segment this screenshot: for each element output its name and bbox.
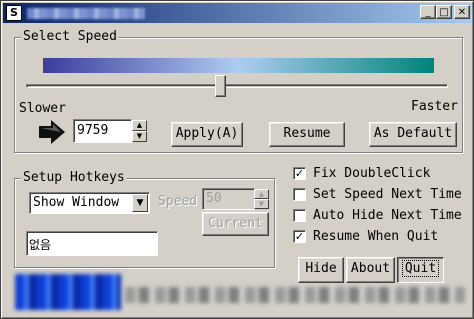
resume-label: Resume <box>283 126 331 141</box>
as-default-label: As Default <box>373 126 453 141</box>
current-button[interactable]: Current <box>202 212 269 236</box>
apply-button[interactable]: Apply(A) <box>171 122 243 147</box>
hotkey-input[interactable]: 없음 <box>26 231 158 256</box>
banner-text-redacted <box>125 287 465 303</box>
apply-label: Apply(A) <box>175 126 239 141</box>
window-title-redacted <box>27 8 145 19</box>
banner-logo-redacted[interactable] <box>15 274 121 310</box>
arrow-right-icon <box>39 120 65 144</box>
resume-button[interactable]: Resume <box>269 122 345 147</box>
hotkey-speed-down-button[interactable]: ▼ <box>254 199 269 209</box>
select-speed-legend: Select Speed <box>21 29 119 44</box>
hotkey-speed-value: 50 <box>206 191 222 206</box>
hide-button[interactable]: Hide <box>298 257 344 283</box>
maximize-button[interactable]: □ <box>436 5 452 19</box>
resume-when-quit-checkbox[interactable]: ✓ <box>293 230 306 243</box>
hotkey-action-select[interactable]: Show Window ▼ <box>29 192 150 214</box>
app-icon[interactable]: S <box>6 5 22 21</box>
set-speed-next-time-checkbox[interactable] <box>293 188 306 201</box>
hotkey-speed-input[interactable]: 50 <box>202 188 255 210</box>
current-label: Current <box>208 216 263 231</box>
resume-when-quit-label: Resume When Quit <box>313 229 439 244</box>
quit-label: Quit <box>401 260 440 277</box>
hotkey-value: 없음 <box>29 238 52 252</box>
speed-value-input[interactable]: 9759 <box>73 119 132 143</box>
slower-label: Slower <box>19 101 66 116</box>
as-default-button[interactable]: As Default <box>369 122 457 147</box>
about-button[interactable]: About <box>346 257 395 283</box>
speed-spin-down-button[interactable]: ▼ <box>132 131 147 142</box>
chevron-down-icon[interactable]: ▼ <box>132 194 148 212</box>
fix-doubleclick-checkbox[interactable]: ✓ <box>293 167 306 180</box>
hide-label: Hide <box>305 261 337 276</box>
hotkey-action-value: Show Window <box>33 195 120 210</box>
set-speed-next-time-label: Set Speed Next Time <box>313 187 462 202</box>
hotkey-speed-up-button[interactable]: ▲ <box>254 189 269 199</box>
about-label: About <box>350 261 391 276</box>
setup-hotkeys-legend: Setup Hotkeys <box>21 170 127 185</box>
quit-button[interactable]: Quit <box>397 257 444 283</box>
main-window: S _ □ ✕ Select Speed Slower Faster 9759 … <box>0 0 474 319</box>
speed-spin-up-button[interactable]: ▲ <box>132 120 147 131</box>
speed-gradient-bar <box>43 58 434 73</box>
speed-slider-track[interactable] <box>26 84 448 88</box>
hotkey-speed-label: Speed <box>158 194 198 209</box>
speed-value-text: 9759 <box>77 123 109 138</box>
faster-label: Faster <box>411 99 458 114</box>
auto-hide-next-time-checkbox[interactable] <box>293 209 306 222</box>
speed-slider-thumb[interactable] <box>214 75 226 97</box>
minimize-button[interactable]: _ <box>420 5 436 19</box>
auto-hide-next-time-label: Auto Hide Next Time <box>313 208 462 223</box>
fix-doubleclick-label: Fix DoubleClick <box>313 166 431 181</box>
close-button[interactable]: ✕ <box>454 5 470 19</box>
title-bar[interactable]: S _ □ ✕ <box>3 3 471 23</box>
